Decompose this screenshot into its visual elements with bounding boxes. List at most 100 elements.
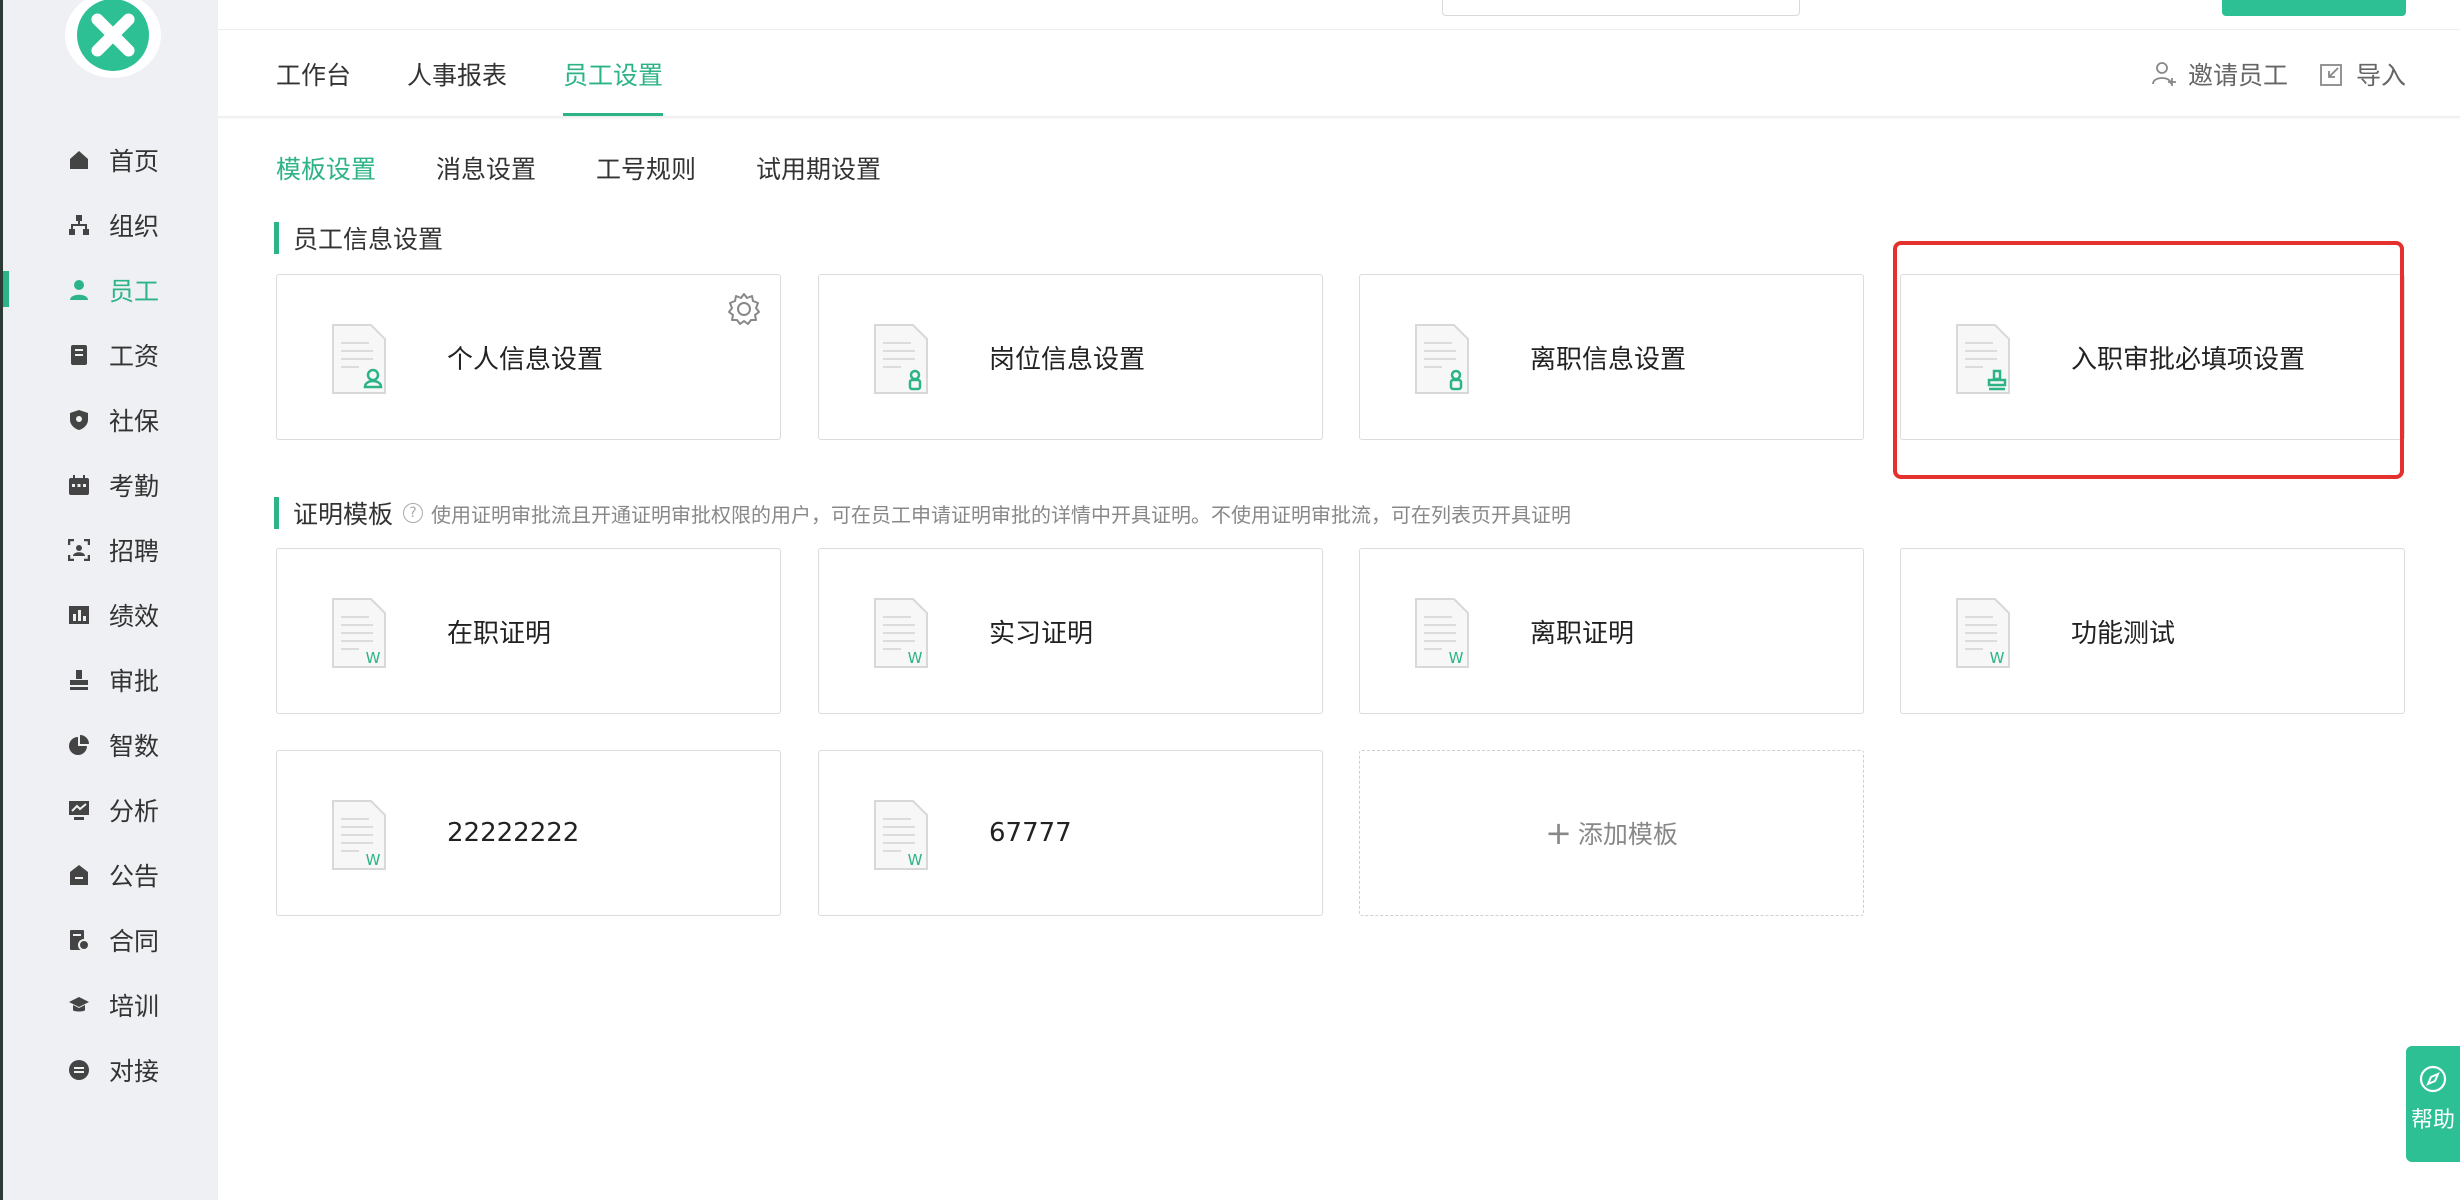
svg-text:W: W: [1990, 649, 2005, 667]
header-divider: [218, 116, 2460, 120]
svg-text:W: W: [908, 851, 923, 869]
svg-text:W: W: [908, 649, 923, 667]
invite-employee-button[interactable]: 邀请员工: [2150, 56, 2288, 92]
section-accent-bar: [274, 497, 279, 529]
card-label: 岗位信息设置: [989, 344, 1146, 375]
section-accent-bar: [274, 222, 279, 254]
employee-info-section-title: 员工信息设置: [274, 220, 443, 256]
plus-icon: +: [1545, 814, 1572, 852]
sidebar-item-contract[interactable]: 合同: [3, 907, 218, 972]
function-test-card[interactable]: W 功能测试: [1900, 548, 2405, 714]
personal-info-settings-card[interactable]: 个人信息设置: [276, 274, 781, 440]
sidebar-item-integration[interactable]: 对接: [3, 1037, 218, 1102]
internship-certificate-card[interactable]: W 实习证明: [818, 548, 1323, 714]
template-card-67777[interactable]: W 67777: [818, 750, 1323, 916]
subtab-employee-id-rules[interactable]: 工号规则: [596, 150, 696, 186]
sidebar-item-approval[interactable]: 审批: [3, 647, 218, 712]
sidebar-item-label: 培训: [109, 991, 160, 1021]
contract-icon: [67, 928, 91, 952]
add-user-icon: [2150, 60, 2178, 88]
add-template-button[interactable]: + 添加模板: [1359, 750, 1864, 916]
sidebar-item-label: 工资: [109, 341, 160, 371]
doc-person-icon: [332, 324, 386, 394]
sidebar-item-org[interactable]: 组织: [3, 192, 218, 257]
sidebar-item-attendance[interactable]: 考勤: [3, 452, 218, 517]
sidebar-item-label: 社保: [109, 406, 160, 436]
tab-hr-reports[interactable]: 人事报表: [407, 56, 507, 116]
sidebar-item-employee[interactable]: 员工: [3, 257, 218, 322]
resignation-info-settings-card[interactable]: 离职信息设置: [1359, 274, 1864, 440]
sidebar-item-smart-data[interactable]: 智数: [3, 712, 218, 777]
sidebar-item-recruit[interactable]: 招聘: [3, 517, 218, 582]
svg-text:W: W: [1449, 649, 1464, 667]
word-doc-icon: W: [332, 800, 386, 870]
sidebar-item-label: 首页: [109, 146, 160, 176]
sidebar-item-label: 绩效: [109, 601, 160, 631]
svg-text:W: W: [366, 851, 381, 869]
sidebar-item-home[interactable]: 首页: [3, 127, 218, 192]
certificate-hint: ? 使用证明审批流且开通证明审批权限的用户，可在员工申请证明审批的详情中开具证明…: [403, 499, 1571, 528]
global-topbar: [218, 0, 2460, 30]
card-label: 离职证明: [1530, 618, 1635, 649]
sidebar-item-label: 组织: [109, 211, 160, 241]
sidebar-item-salary[interactable]: 工资: [3, 322, 218, 387]
resignation-certificate-card[interactable]: W 离职证明: [1359, 548, 1864, 714]
import-button[interactable]: 导入: [2318, 56, 2406, 92]
main-tabs: 工作台 人事报表 员工设置: [276, 56, 664, 116]
sidebar-item-social-security[interactable]: 社保: [3, 387, 218, 452]
sidebar-item-analysis[interactable]: 分析: [3, 777, 218, 842]
invite-employee-label: 邀请员工: [2187, 61, 2288, 90]
user-icon: [67, 278, 91, 302]
sidebar-item-announcement[interactable]: 公告: [3, 842, 218, 907]
position-info-settings-card[interactable]: 岗位信息设置: [818, 274, 1323, 440]
subtab-probation-settings[interactable]: 试用期设置: [756, 150, 881, 186]
card-label: 个人信息设置: [447, 344, 604, 375]
add-template-label-wrap: + 添加模板: [1545, 814, 1678, 852]
briefcase-icon: [67, 863, 91, 887]
help-label: 帮助: [2410, 1108, 2455, 1133]
global-primary-button[interactable]: [2222, 0, 2406, 16]
certificate-section-title: 证明模板 ? 使用证明审批流且开通证明审批权限的用户，可在员工申请证明审批的详情…: [274, 495, 1571, 531]
question-icon[interactable]: ?: [403, 503, 424, 523]
help-button[interactable]: 帮助: [2406, 1046, 2460, 1162]
card-label: 在职证明: [447, 618, 552, 649]
subtab-template-settings[interactable]: 模板设置: [276, 150, 376, 186]
section-title-text: 证明模板: [293, 500, 394, 529]
sidebar-item-label: 招聘: [109, 536, 160, 566]
card-label: 实习证明: [989, 618, 1094, 649]
sidebar-item-label: 审批: [109, 666, 160, 696]
sidebar-item-label: 公告: [109, 861, 160, 891]
pie-chart-icon: [67, 733, 91, 757]
org-tree-icon: [67, 213, 91, 237]
shield-icon: [67, 408, 91, 432]
word-doc-icon: W: [1956, 598, 2010, 668]
employment-certificate-card[interactable]: W 在职证明: [276, 548, 781, 714]
template-card-22222222[interactable]: W 22222222: [276, 750, 781, 916]
recruit-scan-icon: [67, 538, 91, 562]
import-label: 导入: [2355, 61, 2406, 90]
subtab-message-settings[interactable]: 消息设置: [436, 150, 536, 186]
monitor-chart-icon: [67, 798, 91, 822]
add-template-label: 添加模板: [1577, 820, 1678, 849]
sidebar-item-performance[interactable]: 绩效: [3, 582, 218, 647]
link-icon: [67, 1058, 91, 1082]
bar-chart-icon: [67, 603, 91, 627]
gear-icon[interactable]: [726, 291, 762, 327]
sidebar-item-training[interactable]: 培训: [3, 972, 218, 1037]
card-label: 67777: [989, 818, 1072, 848]
graduation-cap-icon: [67, 993, 91, 1017]
tab-employee-settings[interactable]: 员工设置: [563, 56, 664, 116]
word-doc-icon: W: [1415, 598, 1469, 668]
calendar-icon: [67, 473, 91, 497]
logo-mark: [77, 0, 149, 71]
stamp-icon: [67, 668, 91, 692]
card-label: 功能测试: [2071, 618, 2176, 649]
tab-workbench[interactable]: 工作台: [276, 56, 351, 116]
sidebar-item-label: 员工: [109, 276, 160, 306]
global-search-input[interactable]: [1442, 0, 1800, 16]
highlight-box: [1893, 241, 2404, 479]
svg-text:W: W: [366, 649, 381, 667]
app-logo[interactable]: [65, 0, 161, 78]
home-icon: [67, 148, 91, 172]
word-doc-icon: W: [332, 598, 386, 668]
